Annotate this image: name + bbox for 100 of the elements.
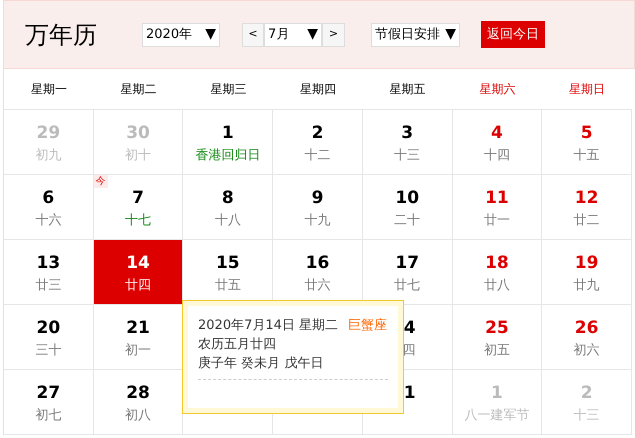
- lunar-date: 廿二: [574, 212, 600, 230]
- day-cell[interactable]: 13 廿三: [4, 240, 94, 305]
- day-number: 10: [395, 187, 420, 209]
- day-number: 2: [580, 382, 593, 404]
- lunar-date: 廿三: [35, 277, 62, 295]
- lunar-date: 廿八: [484, 277, 510, 295]
- day-cell[interactable]: 3 十三: [362, 110, 453, 175]
- day-number: 4: [491, 122, 503, 144]
- tooltip-lunar-date: 农历五月廿四: [198, 336, 277, 354]
- day-number: 6: [42, 187, 54, 209]
- holiday-select[interactable]: 节假日安排 ▼: [371, 22, 460, 46]
- day-cell[interactable]: 5 十五: [542, 110, 632, 175]
- lunar-date: 初七: [35, 407, 62, 425]
- day-number: 13: [36, 252, 60, 274]
- day-cell[interactable]: 1 香港回归日: [183, 110, 274, 175]
- month-select[interactable]: 7月 ▼: [264, 22, 322, 46]
- day-number: 11: [485, 187, 509, 209]
- page-title: 万年历: [25, 20, 98, 50]
- day-number: 18: [485, 252, 509, 274]
- lunar-date: 廿一: [484, 212, 510, 230]
- lunar-date: 八一建军节: [464, 407, 530, 425]
- next-month-button[interactable]: >: [322, 22, 345, 46]
- day-number: 17: [395, 252, 420, 274]
- day-number: 1: [491, 382, 503, 404]
- day-number: 26: [574, 317, 598, 339]
- day-number: 7: [132, 187, 144, 209]
- day-number: 21: [126, 317, 150, 339]
- day-number: 27: [36, 382, 60, 404]
- day-cell[interactable]: 6 十六: [4, 175, 94, 240]
- day-number: 20: [36, 317, 60, 339]
- day-number: 9: [312, 187, 324, 209]
- day-number: 28: [126, 382, 150, 404]
- day-cell[interactable]: 12 廿二: [542, 175, 632, 240]
- day-cell[interactable]: 20 三十: [4, 305, 94, 370]
- lunar-date: 三十: [35, 342, 62, 360]
- day-cell[interactable]: 14 廿四: [94, 240, 184, 305]
- day-number: 8: [222, 187, 234, 209]
- lunar-date: 十九: [304, 212, 330, 230]
- lunar-date: 十七: [125, 212, 152, 230]
- day-number: 4: [404, 317, 416, 339]
- lunar-date: 初五: [484, 342, 510, 360]
- day-number: 15: [216, 252, 240, 274]
- day-cell[interactable]: 今 7 十七: [94, 175, 184, 240]
- lunar-date: 十三: [394, 147, 420, 165]
- day-number: 2: [312, 122, 324, 144]
- day-cell[interactable]: 25 初五: [452, 305, 542, 370]
- weekday-label: 星期三: [209, 81, 248, 98]
- day-number: 14: [126, 252, 150, 274]
- day-number: 25: [485, 317, 509, 339]
- lunar-date: 廿五: [214, 277, 241, 295]
- tooltip-ganzhi: 庚子年 癸未月 戊午日: [198, 355, 324, 373]
- day-cell[interactable]: 4 十四: [452, 110, 542, 175]
- weekday-label: 星期二: [120, 81, 158, 98]
- lunar-date: 十八: [214, 212, 241, 230]
- lunar-date: 廿六: [304, 277, 330, 295]
- day-cell[interactable]: 27 初七: [4, 370, 94, 435]
- lunar-date: 初六: [574, 342, 600, 360]
- day-cell[interactable]: 2 十二: [273, 110, 363, 175]
- lunar-date: 廿七: [394, 277, 420, 295]
- weekday-label: 星期一: [30, 81, 68, 98]
- lunar-date: 四: [402, 342, 416, 360]
- lunar-date: 廿九: [574, 277, 600, 295]
- lunar-date: 十五: [574, 147, 600, 165]
- day-cell[interactable]: 18 廿八: [452, 240, 542, 305]
- today-badge: 今: [94, 175, 108, 188]
- day-cell[interactable]: 26 初六: [542, 305, 632, 370]
- day-number: 29: [36, 122, 60, 144]
- day-number: 19: [574, 252, 598, 274]
- weekday-label: 星期五: [388, 81, 427, 98]
- day-number: 3: [401, 122, 414, 144]
- back-to-today-button[interactable]: 返回今日: [481, 21, 545, 48]
- weekday-label: 星期四: [298, 81, 337, 98]
- lunar-date: 初十: [125, 147, 152, 165]
- lunar-date: 十三: [574, 407, 600, 425]
- lunar-date: 初一: [125, 342, 152, 360]
- day-number: 5: [580, 122, 593, 144]
- lunar-date: 初八: [125, 407, 152, 425]
- day-cell[interactable]: 10 二十: [362, 175, 453, 240]
- year-select[interactable]: 2020年 ▼: [142, 22, 220, 46]
- day-cell[interactable]: 19 廿九: [542, 240, 632, 305]
- lunar-date: 十六: [35, 212, 62, 230]
- lunar-date: 二十: [394, 212, 420, 230]
- day-number: 30: [126, 122, 150, 144]
- prev-month-button[interactable]: <: [242, 22, 264, 46]
- day-cell[interactable]: 9 十九: [273, 175, 363, 240]
- day-number: 12: [574, 187, 598, 209]
- lunar-date: 十四: [484, 147, 510, 165]
- lunar-date: 初九: [35, 147, 62, 165]
- weekday-label: 星期日: [568, 81, 606, 98]
- day-cell[interactable]: 11 廿一: [452, 175, 542, 240]
- day-number: 1: [222, 122, 234, 144]
- day-cell[interactable]: 21 初一: [94, 305, 184, 370]
- day-number: 1: [404, 382, 416, 404]
- day-number: 16: [306, 252, 330, 274]
- lunar-date: 廿四: [125, 277, 152, 295]
- day-cell[interactable]: 28 初八: [94, 370, 184, 435]
- day-cell[interactable]: 8 十八: [183, 175, 274, 240]
- lunar-date: 十二: [304, 147, 330, 165]
- lunar-date: 香港回归日: [195, 147, 260, 165]
- weekday-label: 星期六: [478, 81, 516, 98]
